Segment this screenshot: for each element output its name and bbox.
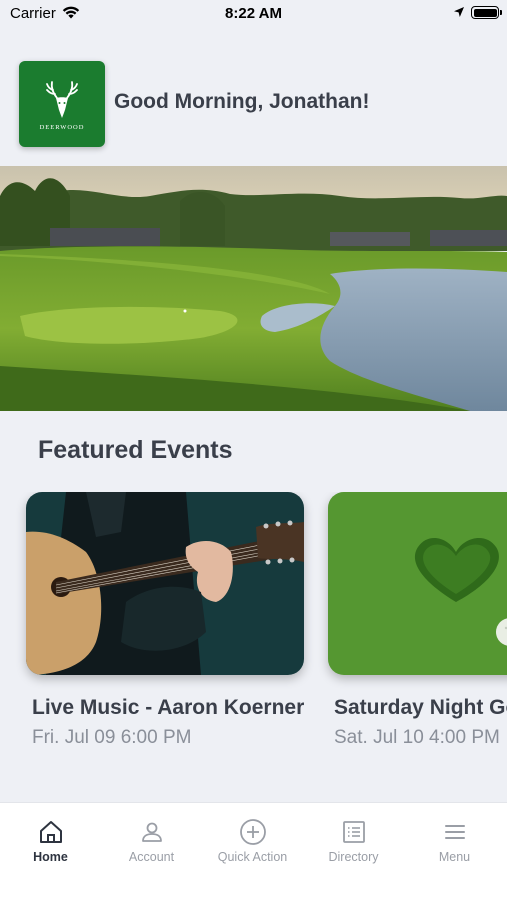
battery-icon: [471, 6, 502, 19]
list-icon: [342, 821, 365, 843]
hamburger-icon: [444, 825, 465, 839]
home-icon: [39, 821, 62, 843]
featured-events-carousel[interactable]: Live Music - Aaron Koerner Fri. Jul 09 6…: [0, 492, 507, 792]
status-bar: Carrier 8:22 AM: [0, 0, 507, 28]
hero-image: [0, 166, 507, 411]
location-arrow-icon: [454, 7, 464, 17]
event-image-guitarist[interactable]: [26, 492, 304, 675]
tab-menu[interactable]: Menu: [404, 803, 505, 883]
event-date: Fri. Jul 09 6:00 PM: [32, 727, 192, 748]
event-title[interactable]: Saturday Night Golf: [334, 695, 507, 721]
status-time: 8:22 AM: [225, 5, 282, 22]
tab-label: Home: [33, 850, 68, 864]
tab-quick-action[interactable]: Quick Action: [202, 803, 303, 883]
tab-label: Menu: [438, 850, 471, 864]
event-image-heart-golf[interactable]: [328, 492, 507, 675]
tab-label: Directory: [328, 850, 379, 864]
tab-label: Account: [128, 850, 175, 864]
club-logo: DEERWOOD: [19, 61, 105, 147]
event-card[interactable]: Saturday Night Golf Sat. Jul 10 4:00 PM: [328, 492, 507, 749]
deer-icon: [46, 80, 78, 118]
tab-home[interactable]: Home: [0, 803, 101, 883]
featured-events-title: Featured Events: [38, 436, 233, 464]
account-icon: [141, 822, 162, 842]
event-date: Sat. Jul 10 4:00 PM: [334, 727, 500, 748]
tab-directory[interactable]: Directory: [303, 803, 404, 883]
tab-label: Quick Action: [217, 850, 288, 864]
tab-account[interactable]: Account: [101, 803, 202, 883]
event-title[interactable]: Live Music - Aaron Koerner: [32, 695, 312, 721]
event-card[interactable]: Live Music - Aaron Koerner Fri. Jul 09 6…: [26, 492, 304, 749]
plus-circle-icon: [239, 819, 266, 845]
logo-wordmark: DEERWOOD: [39, 123, 85, 131]
tab-bar: Home Account Quick Action Directory Menu: [0, 802, 507, 900]
greeting-text: Good Morning, Jonathan!: [114, 90, 370, 113]
